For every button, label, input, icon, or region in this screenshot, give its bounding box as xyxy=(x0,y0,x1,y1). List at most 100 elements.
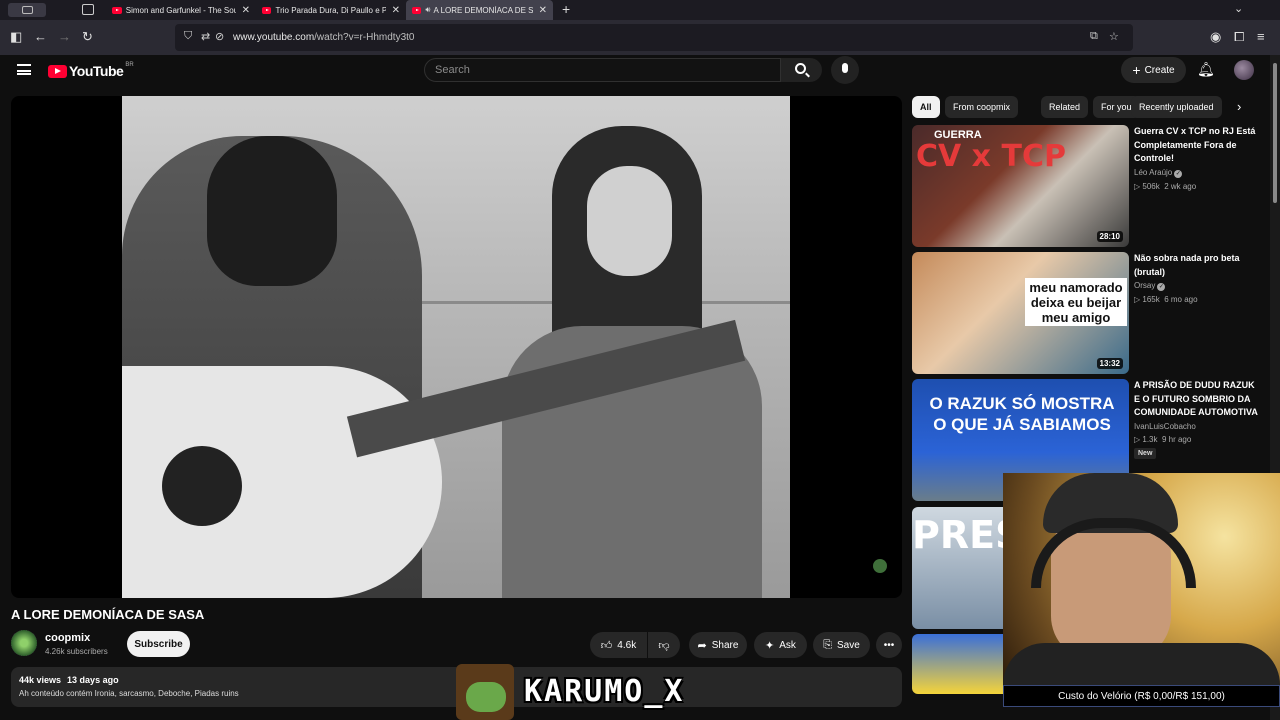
age-label: 2 wk ago xyxy=(1164,182,1197,191)
sidebar-toggle-button[interactable] xyxy=(8,3,46,17)
microphone-icon xyxy=(842,63,848,73)
permissions-icon[interactable]: ⇄ xyxy=(201,30,210,43)
extensions-icon[interactable]: ⧠ xyxy=(1234,29,1244,45)
url-text[interactable]: www.youtube.com/watch?v=r-Hhmdty3t0 xyxy=(233,32,414,43)
close-tab-icon[interactable]: ✕ xyxy=(539,5,547,16)
channel-label: Orsay xyxy=(1134,281,1156,290)
recommended-video[interactable]: GUERRA CV x TCP 28:10 Guerra CV x TCP no… xyxy=(912,125,1257,247)
thumbs-up-icon: 👍︎ xyxy=(600,639,613,652)
sparkle-icon: ✦ xyxy=(765,639,775,652)
recommended-title[interactable]: Guerra CV x TCP no RJ Está Completamente… xyxy=(1134,125,1259,166)
tab-title: Simon and Garfunkel - The Sou xyxy=(125,5,236,15)
no-camera-icon[interactable]: ⊘ xyxy=(215,30,224,43)
reload-icon[interactable]: ↻ xyxy=(82,29,93,45)
frog-mascot-icon xyxy=(456,664,514,720)
country-code: BR xyxy=(125,62,134,68)
video-duration: 28:10 xyxy=(1096,231,1123,242)
chevron-down-icon[interactable]: ⌄ xyxy=(1234,2,1243,15)
subscriber-count: 4.26k subscribers xyxy=(45,647,108,656)
filter-chips: All From coopmix Related For you Recentl… xyxy=(912,96,1257,118)
description-text: Ah conteúdo contém Ironia, sarcasmo, Deb… xyxy=(19,689,239,698)
video-player[interactable] xyxy=(11,96,902,598)
speaker-icon[interactable]: 🔊︎ xyxy=(425,5,430,15)
logo-text: YouTube xyxy=(69,63,124,79)
voice-search-button[interactable] xyxy=(831,56,859,84)
notifications-bell-icon[interactable]: 🔔︎ xyxy=(1197,61,1215,78)
views-label: 1.3k xyxy=(1142,435,1158,444)
search-button[interactable] xyxy=(781,58,822,82)
menu-icon[interactable]: ≡ xyxy=(1257,29,1265,45)
chip-related[interactable]: Related xyxy=(1041,96,1089,118)
age-label: 9 hr ago xyxy=(1161,435,1192,444)
chevron-right-icon[interactable]: › xyxy=(1237,99,1241,114)
shield-icon[interactable]: ⛉ xyxy=(184,30,192,43)
views-label: 506k xyxy=(1142,182,1160,191)
recommended-channel[interactable]: Léo Araújo ✓ xyxy=(1134,168,1183,178)
youtube-favicon-icon xyxy=(412,6,422,14)
close-tab-icon[interactable]: ✕ xyxy=(392,5,400,16)
more-actions-button[interactable]: ••• xyxy=(876,632,902,658)
recommended-title[interactable]: A PRISÃO DE DUDU RAZUK E O FUTURO SOMBRI… xyxy=(1134,379,1259,420)
browser-tab-bar: Simon and Garfunkel - The Sou ✕ Trio Par… xyxy=(0,0,1280,20)
like-count: 4.6k xyxy=(617,639,637,651)
channel-label: Léo Araújo xyxy=(1134,168,1173,177)
channel-watermark-icon[interactable] xyxy=(873,559,887,573)
chip-all[interactable]: All xyxy=(912,96,940,118)
hamburger-menu-icon[interactable] xyxy=(17,64,31,75)
recommended-title[interactable]: Não sobra nada pro beta (brutal) xyxy=(1134,252,1259,279)
sidebar-icon xyxy=(22,6,33,14)
video-thumbnail[interactable]: meu namorado deixa eu beijar meu amigo 1… xyxy=(912,252,1129,374)
browser-nav-bar: ◧ ← → ↻ ⛉ ⇄ ⊘ www.youtube.com/watch?v=r-… xyxy=(0,20,1280,55)
url-bar[interactable]: ⛉ ⇄ ⊘ www.youtube.com/watch?v=r-Hhmdty3t… xyxy=(175,24,1133,51)
browser-tab[interactable]: Trio Parada Dura, Di Paullo e Pa ✕ xyxy=(256,0,406,20)
tab-title: Trio Parada Dura, Di Paullo e Pa xyxy=(275,5,386,15)
channel-name[interactable]: coopmix xyxy=(45,632,90,644)
youtube-favicon-icon xyxy=(112,6,122,14)
video-title: A LORE DEMONÍACA DE SASA xyxy=(11,607,205,622)
scrollbar-thumb[interactable] xyxy=(1273,63,1277,203)
video-thumbnail[interactable]: GUERRA CV x TCP 28:10 xyxy=(912,125,1129,247)
youtube-play-icon xyxy=(48,64,67,78)
search-input[interactable]: Search xyxy=(424,58,781,82)
tab-list-icon[interactable] xyxy=(82,4,94,15)
subscribe-button[interactable]: Subscribe xyxy=(127,631,190,657)
bookmark-star-icon[interactable]: ☆ xyxy=(1109,30,1119,43)
create-button[interactable]: + Create xyxy=(1121,57,1186,83)
user-avatar[interactable] xyxy=(1234,60,1254,80)
verified-check-icon: ✓ xyxy=(1174,170,1183,178)
channel-avatar[interactable] xyxy=(11,630,37,656)
recommended-channel[interactable]: IvanLuisCobacho xyxy=(1134,422,1196,431)
browser-tab[interactable]: Simon and Garfunkel - The Sou ✕ xyxy=(106,0,256,20)
back-icon[interactable]: ← xyxy=(34,29,47,45)
ask-button[interactable]: ✦ Ask xyxy=(754,632,807,658)
youtube-logo[interactable]: YouTube BR xyxy=(48,62,134,79)
ask-label: Ask xyxy=(779,639,796,651)
search-placeholder: Search xyxy=(435,64,470,76)
account-icon[interactable]: ◉ xyxy=(1210,29,1221,45)
video-duration: 13:32 xyxy=(1096,358,1123,369)
like-button[interactable]: 👍︎ 4.6k xyxy=(590,632,647,658)
forward-icon[interactable]: → xyxy=(58,29,71,45)
upload-age: 13 days ago xyxy=(67,675,119,685)
close-tab-icon[interactable]: ✕ xyxy=(242,5,250,16)
create-label: Create xyxy=(1144,64,1175,76)
save-button[interactable]: ⎘ Save xyxy=(813,632,870,658)
dislike-button[interactable]: 👎︎ xyxy=(648,632,680,658)
recommended-meta: ▷ 506k 2 wk ago xyxy=(1134,182,1197,191)
streamer-branding: KARUMO_X xyxy=(456,664,756,720)
chip-recently-uploaded[interactable]: Recently uploaded xyxy=(1131,96,1222,118)
new-tab-icon[interactable]: + xyxy=(562,1,570,17)
frog-body xyxy=(466,682,506,712)
share-button[interactable]: ➦ Share xyxy=(689,632,747,658)
view-count: 44k views xyxy=(19,675,62,685)
share-icon: ➦ xyxy=(697,639,707,652)
recommended-video[interactable]: meu namorado deixa eu beijar meu amigo 1… xyxy=(912,252,1257,374)
sidebar-panel-icon[interactable]: ◧ xyxy=(10,29,22,45)
video-frame xyxy=(122,96,790,598)
browser-tab-active[interactable]: 🔊︎ A LORE DEMONÍACA DE SA ✕ xyxy=(406,0,553,20)
recommended-channel[interactable]: Orsay ✓ xyxy=(1134,281,1166,291)
thumbnail-text: meu namorado deixa eu beijar meu amigo xyxy=(1025,278,1127,326)
new-badge: New xyxy=(1134,448,1157,459)
picture-in-picture-icon[interactable]: ⧉ xyxy=(1090,30,1098,43)
chip-from-channel[interactable]: From coopmix xyxy=(945,96,1019,118)
